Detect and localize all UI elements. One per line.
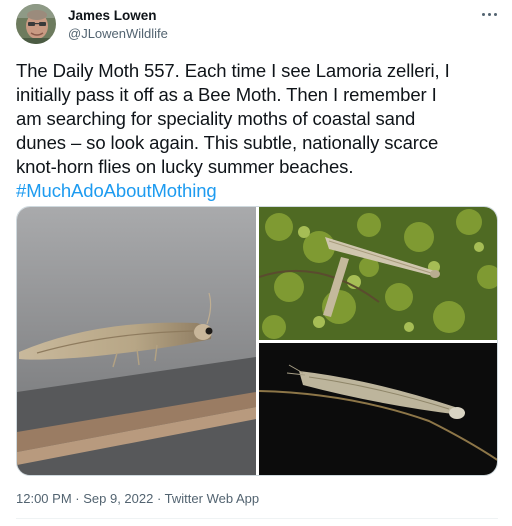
media-grid	[16, 206, 498, 476]
more-options-icon[interactable]	[476, 4, 502, 24]
photo-moth-stem[interactable]	[259, 343, 497, 475]
moth-photo-image	[259, 207, 497, 340]
tweet-text: The Daily Moth 557. Each time I see Lamo…	[16, 59, 502, 203]
author-name[interactable]: James Lowen	[68, 8, 157, 23]
photo-moth-grey[interactable]	[17, 207, 256, 475]
tweet-text-line: The Daily Moth 557. Each time I see Lamo…	[16, 60, 450, 81]
tweet-time[interactable]: 12:00 PM	[16, 491, 72, 506]
avatar-image	[16, 4, 56, 44]
hashtag-link[interactable]: #MuchAdoAboutMothing	[16, 179, 502, 203]
tweet-text-line: dunes – so look again. This subtle, nati…	[16, 132, 439, 153]
tweet-date[interactable]: Sep 9, 2022	[83, 491, 153, 506]
tweet-text-line: initially pass it off as a Bee Moth. The…	[16, 84, 437, 105]
dot	[481, 12, 485, 16]
tweet-text-line: knot-horn flies on lucky summer beaches.	[16, 156, 354, 177]
separator-dot: ·	[153, 491, 165, 506]
moth-photo-image	[259, 343, 497, 475]
moth-photo-image	[17, 207, 256, 475]
author-handle[interactable]: @JLowenWildlife	[68, 26, 168, 41]
tweet: James Lowen @JLowenWildlife The Daily Mo…	[0, 0, 512, 526]
separator-dot: ·	[71, 491, 84, 506]
tweet-metadata: 12:00 PM · Sep 9, 2022 · Twitter Web App	[16, 491, 259, 506]
dot	[487, 12, 491, 16]
dot	[493, 12, 497, 16]
tweet-text-line: am searching for speciality moths of coa…	[16, 108, 416, 129]
tweet-source[interactable]: Twitter Web App	[165, 491, 259, 506]
avatar[interactable]	[16, 4, 56, 44]
divider	[16, 518, 498, 519]
photo-moth-moss[interactable]	[259, 207, 497, 340]
